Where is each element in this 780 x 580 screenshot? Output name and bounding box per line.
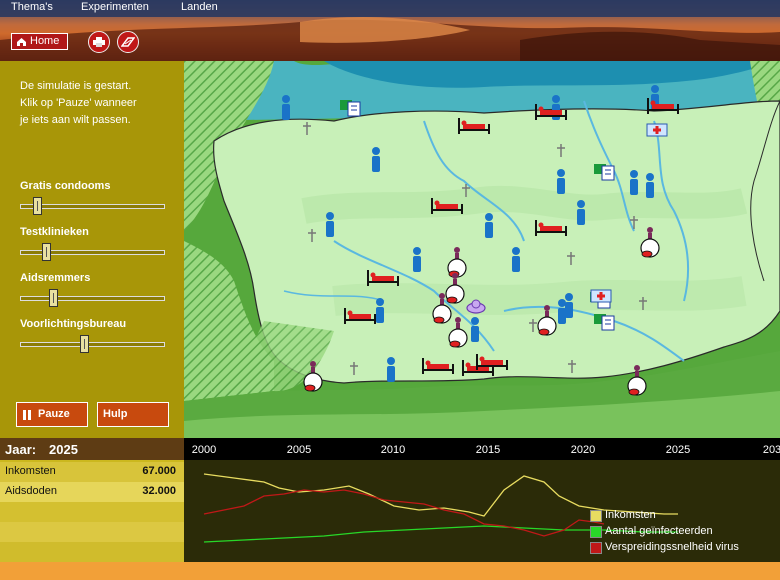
header-banner: Thema's Experimenten Landen Home xyxy=(0,0,780,61)
info-button[interactable] xyxy=(117,31,139,53)
timeline-tick: 2015 xyxy=(475,444,501,456)
timeline-tick: 2000 xyxy=(191,444,217,456)
stat-row-empty xyxy=(0,502,184,522)
person-icon xyxy=(387,357,395,382)
timeline-tick: 203 xyxy=(762,444,780,456)
person-icon xyxy=(413,247,421,272)
map-canvas xyxy=(184,61,780,438)
home-button-label: Home xyxy=(30,35,60,47)
timeline-tick: 2020 xyxy=(570,444,596,456)
timeline-tick: 2025 xyxy=(665,444,691,456)
footer-bar xyxy=(0,562,780,580)
stat-value: 32.000 xyxy=(142,485,176,497)
timeline-axis: 2000 2005 2010 2015 2020 2025 203 xyxy=(184,438,780,460)
legend-swatch xyxy=(590,526,602,538)
person-icon xyxy=(282,95,290,120)
slider-label-condooms: Gratis condooms xyxy=(20,180,111,192)
menu-bar: Thema's Experimenten Landen xyxy=(0,0,780,17)
stat-row-empty xyxy=(0,522,184,542)
stat-value: 67.000 xyxy=(142,465,176,477)
person-icon xyxy=(471,317,479,342)
person-icon xyxy=(372,147,380,172)
menu-landen[interactable]: Landen xyxy=(181,1,218,13)
stats-panel: Inkomsten 67.000 Aidsdoden 32.000 xyxy=(0,460,184,562)
menu-themas[interactable]: Thema's xyxy=(11,1,53,13)
slider-thumb-condooms[interactable] xyxy=(33,197,42,215)
country-map[interactable] xyxy=(184,61,780,438)
hospital-building-icon xyxy=(590,289,612,303)
legend-swatch xyxy=(590,510,602,522)
person-icon xyxy=(558,299,566,324)
person-icon xyxy=(577,200,585,225)
home-button[interactable]: Home xyxy=(11,33,68,50)
stat-label: Inkomsten xyxy=(5,465,56,477)
control-panel: De simulatie is gestart. Klik op 'Pauze'… xyxy=(0,61,184,438)
timeline-tick: 2010 xyxy=(380,444,406,456)
menu-experimenten[interactable]: Experimenten xyxy=(81,1,149,13)
stat-label: Aidsdoden xyxy=(5,485,57,497)
legend-swatch xyxy=(590,542,602,554)
help-button-label: Hulp xyxy=(103,408,128,420)
year-label: Jaar: xyxy=(5,442,37,457)
slider-track-voorlichtingsbureau[interactable] xyxy=(20,342,165,347)
slider-label-voorlichtingsbureau: Voorlichtingsbureau xyxy=(20,318,127,330)
year-value: 2025 xyxy=(49,442,78,457)
stat-row-empty xyxy=(0,542,184,562)
pause-button-label: Pauze xyxy=(38,408,70,420)
trend-graph: Inkomsten Aantal geïnfecteerden Versprei… xyxy=(184,460,780,562)
person-icon xyxy=(557,169,565,194)
slider-thumb-testklinieken[interactable] xyxy=(42,243,51,261)
help-button[interactable]: Hulp xyxy=(97,402,169,427)
person-icon xyxy=(512,247,520,272)
slider-label-testklinieken: Testklinieken xyxy=(20,226,89,238)
person-icon xyxy=(646,173,654,198)
timeline-tick: 2005 xyxy=(286,444,312,456)
stat-row-aidsdoden: Aidsdoden 32.000 xyxy=(0,482,184,502)
print-icon xyxy=(93,37,105,47)
person-icon xyxy=(485,213,493,238)
slider-label-aidsremmers: Aidsremmers xyxy=(20,272,91,284)
legend-label: Inkomsten xyxy=(605,509,656,521)
legend-label: Aantal geïnfecteerden xyxy=(605,525,713,537)
pause-button[interactable]: Pauze xyxy=(16,402,88,427)
slider-track-aidsremmers[interactable] xyxy=(20,296,165,301)
info-icon xyxy=(121,37,135,47)
status-message: De simulatie is gestart. Klik op 'Pauze'… xyxy=(20,80,137,126)
stat-row-inkomsten: Inkomsten 67.000 xyxy=(0,462,184,482)
person-icon xyxy=(565,293,573,318)
person-icon xyxy=(326,212,334,237)
print-button[interactable] xyxy=(88,31,110,53)
year-display: Jaar: 2025 xyxy=(0,438,184,460)
slider-thumb-aidsremmers[interactable] xyxy=(49,289,58,307)
person-icon xyxy=(376,298,384,323)
legend-label: Verspreidingssnelheid virus xyxy=(605,541,739,553)
slider-thumb-voorlichtingsbureau[interactable] xyxy=(80,335,89,353)
pause-icon xyxy=(23,410,31,420)
house-icon xyxy=(17,38,26,46)
person-icon xyxy=(630,170,638,195)
hospital-building-icon xyxy=(646,123,668,137)
